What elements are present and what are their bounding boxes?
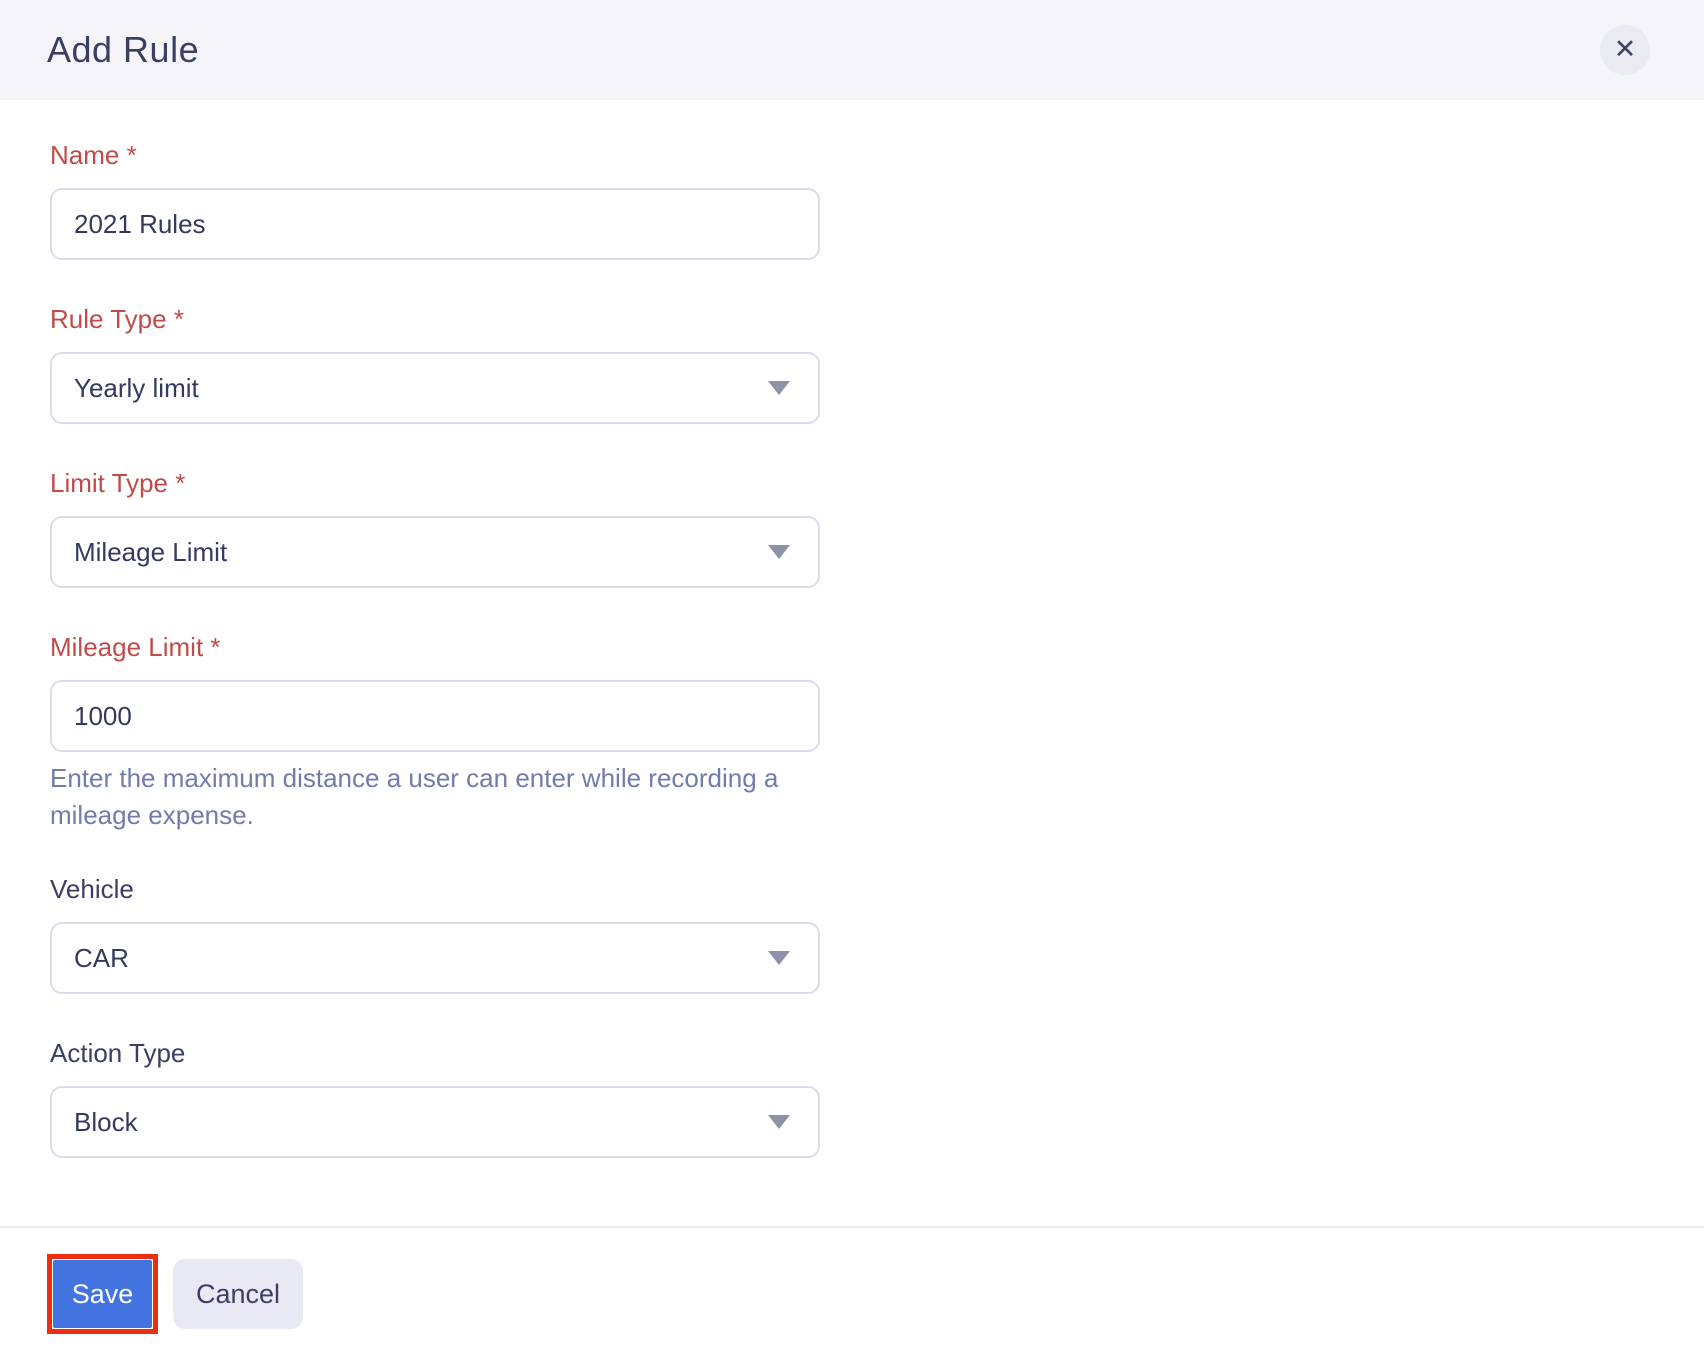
chevron-down-icon [768,381,790,395]
rule-type-select[interactable]: Yearly limit [50,352,820,424]
limit-type-value: Mileage Limit [74,536,228,567]
add-rule-form: Name * Rule Type * Yearly limit Limit Ty… [0,100,1704,1158]
rule-type-label: Rule Type * [50,304,184,334]
vehicle-select[interactable]: CAR [50,922,820,994]
dialog-footer: Save Cancel [0,1228,1704,1334]
limit-type-select[interactable]: Mileage Limit [50,516,820,588]
vehicle-value: CAR [74,942,129,973]
chevron-down-icon [768,951,790,965]
mileage-limit-helper: Enter the maximum distance a user can en… [50,763,779,830]
action-type-select[interactable]: Block [50,1086,820,1158]
vehicle-field-group: Vehicle CAR [50,874,1704,994]
close-icon: ✕ [1613,34,1637,64]
limit-type-label: Limit Type * [50,468,186,498]
vehicle-label: Vehicle [50,874,134,904]
name-field-group: Name * [50,140,1704,260]
mileage-limit-label: Mileage Limit * [50,632,221,662]
save-button-highlight: Save [47,1254,158,1334]
name-label: Name * [50,140,137,170]
mileage-limit-input[interactable] [50,680,820,752]
rule-type-value: Yearly limit [74,372,199,403]
mileage-limit-field-group: Mileage Limit * Enter the maximum distan… [50,632,1704,834]
name-input[interactable] [50,188,820,260]
action-type-field-group: Action Type Block [50,1038,1704,1158]
rule-type-field-group: Rule Type * Yearly limit [50,304,1704,424]
close-button[interactable]: ✕ [1600,24,1650,75]
dialog-title: Add Rule [47,28,200,70]
save-button[interactable]: Save [53,1260,152,1328]
action-type-value: Block [74,1106,138,1137]
dialog-header: Add Rule ✕ [0,0,1704,100]
chevron-down-icon [768,545,790,559]
limit-type-field-group: Limit Type * Mileage Limit [50,468,1704,588]
chevron-down-icon [768,1115,790,1129]
cancel-button[interactable]: Cancel [173,1259,303,1329]
action-type-label: Action Type [50,1038,186,1068]
